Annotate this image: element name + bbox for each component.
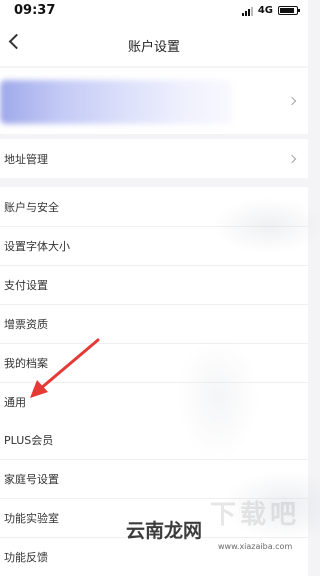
- my-profile-row[interactable]: 我的档案: [0, 343, 308, 382]
- invoice-qualification-row[interactable]: 增票资质: [0, 304, 308, 343]
- row-label: 账户与安全: [4, 200, 59, 214]
- payment-settings-row[interactable]: 支付设置: [0, 265, 308, 304]
- profile-row[interactable]: [0, 68, 308, 134]
- watermark-logo-text: 云南龙网: [126, 520, 203, 542]
- row-label: 功能反馈: [4, 550, 48, 564]
- address-panel: 地址管理: [0, 139, 308, 178]
- watermark-large-text: 下载吧: [210, 500, 301, 530]
- watermark: 下载吧 云南龙网 www.xiazaiba.com: [126, 494, 308, 560]
- account-security-row[interactable]: 账户与安全: [0, 187, 308, 226]
- profile-avatar-blurred: [0, 80, 232, 124]
- network-label: 4G: [257, 5, 273, 16]
- watermark-url: www.xiazaiba.com: [218, 542, 293, 551]
- status-bar: 09:37 4G: [0, 0, 308, 24]
- page-title: 账户设置: [127, 39, 180, 55]
- row-label: 家庭号设置: [4, 472, 59, 486]
- family-account-row[interactable]: 家庭号设置: [0, 459, 308, 498]
- row-label: 我的档案: [4, 356, 48, 370]
- status-indicators: 4G: [241, 5, 300, 16]
- row-label: 支付设置: [4, 278, 48, 292]
- font-size-row[interactable]: 设置字体大小: [0, 226, 308, 265]
- signal-icon: [241, 6, 253, 16]
- battery-icon: [278, 6, 300, 15]
- status-time: 09:37: [14, 3, 56, 18]
- row-label: 设置字体大小: [4, 239, 70, 253]
- chevron-right-icon: [287, 96, 297, 106]
- settings-section-1: 账户与安全 设置字体大小 支付设置 增票资质 我的档案 通用: [0, 187, 308, 421]
- nav-bar: 账户设置: [0, 24, 308, 66]
- general-row[interactable]: 通用: [0, 382, 308, 421]
- row-label: 功能实验室: [4, 511, 59, 525]
- back-icon[interactable]: [8, 33, 25, 50]
- row-label: 地址管理: [4, 152, 48, 166]
- chevron-right-icon: [287, 154, 297, 163]
- row-label: 增票资质: [4, 317, 48, 331]
- plus-membership-row[interactable]: PLUS会员: [0, 420, 308, 459]
- row-label: PLUS会员: [4, 433, 54, 447]
- row-label: 通用: [4, 395, 26, 409]
- address-management-row[interactable]: 地址管理: [0, 139, 308, 178]
